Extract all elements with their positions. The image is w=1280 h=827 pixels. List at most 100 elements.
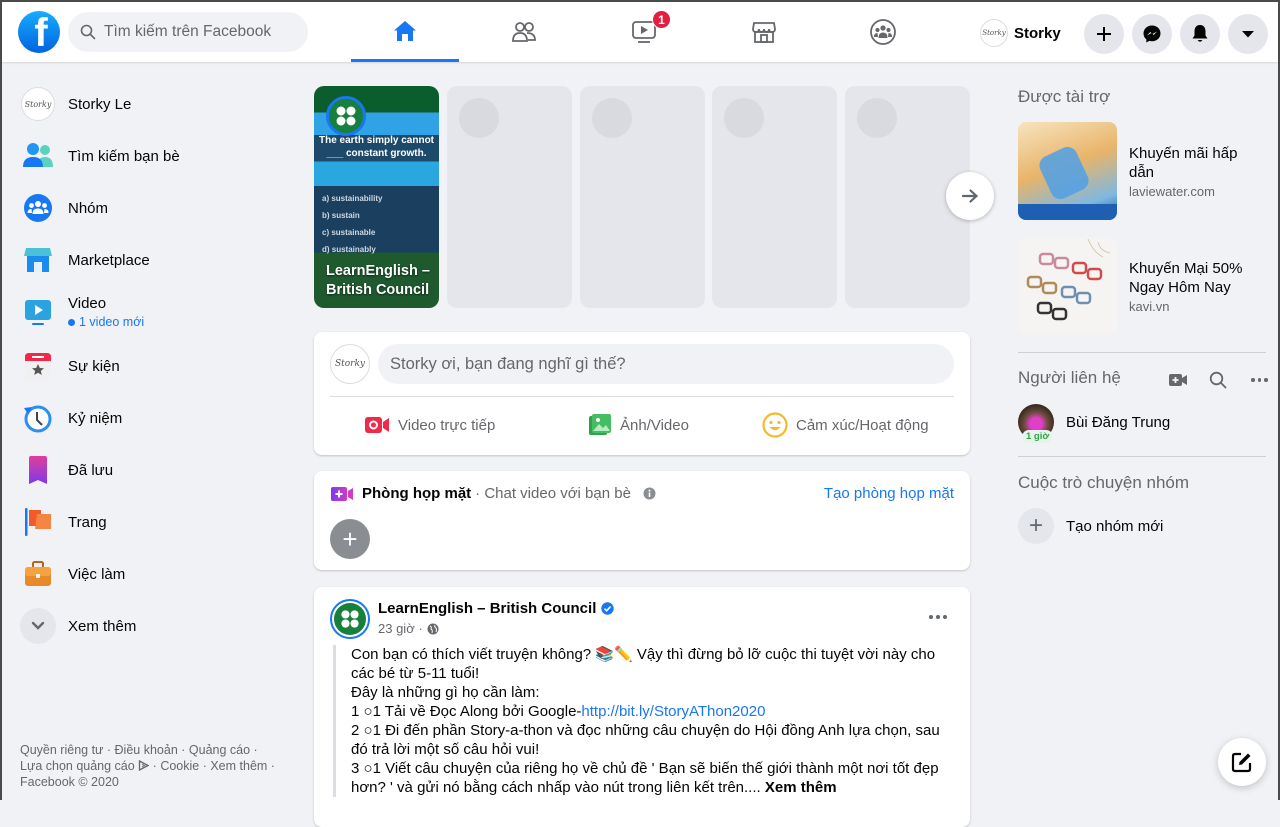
ad-image-water [1018,122,1117,220]
ad-domain: kavi.vn [1129,298,1170,314]
sidebar-item-profile[interactable]: Storky Storky Le [18,78,288,130]
avatar-text: Storky [21,87,55,121]
sidebar-item-label: Đã lưu [68,461,114,479]
tab-friends[interactable] [470,2,578,62]
sidebar-see-more[interactable]: Xem thêm [18,600,288,652]
info-icon[interactable] [643,487,656,500]
create-room-button[interactable]: + [330,519,370,559]
feeling-smiley-icon [762,412,788,438]
post-link[interactable]: http://bit.ly/StoryAThon2020 [581,703,765,720]
sidebar-item-marketplace[interactable]: Marketplace [18,234,288,286]
footer-link-ad-choices[interactable]: Lựa chọn quảng cáo [20,759,135,773]
create-new-group-button[interactable]: + Tạo nhóm mới [1018,508,1163,544]
rooms-card: Phòng họp mặt · Chat video với bạn bè Tạ… [314,471,970,570]
new-message-button[interactable] [1218,738,1266,786]
post-text: Đây là những gì họ cần làm: [351,684,540,701]
contacts-options-button[interactable] [1251,378,1268,382]
footer-link-more[interactable]: Xem thêm [210,759,267,773]
divider [330,396,954,397]
post-author: LearnEnglish – British Council [378,600,615,617]
sidebar-item-saved[interactable]: Đã lưu [18,444,288,496]
action-label: Ảnh/Video [620,416,689,434]
story-avatar-placeholder [592,98,632,138]
post-options-button[interactable] [922,607,954,627]
sidebar-item-find-friends[interactable]: Tìm kiếm bạn bè [18,130,288,182]
sidebar-item-jobs[interactable]: Việc làm [18,548,288,600]
footer-link-advertising[interactable]: Quảng cáo [189,743,250,757]
new-group-label: Tạo nhóm mới [1066,517,1164,535]
account-menu-button[interactable] [1228,14,1268,54]
post-author-avatar[interactable] [330,599,370,639]
post-text: 1 ○1 Tải về Đọc Along bởi Google-http://… [351,702,953,721]
search-contacts-icon[interactable] [1209,371,1227,389]
plus-icon: + [1018,508,1054,544]
profile-shortcut[interactable]: Storky Storky [980,16,1061,50]
see-more-link[interactable]: Xem thêm [765,779,837,796]
ad-title: Khuyến mãi hấp dẫn [1129,144,1238,181]
friends-icon [23,143,53,167]
sidebar-item-label: Sự kiện [68,357,120,375]
sponsored-ad[interactable]: Khuyến Mại 50% Ngay Hôm Nay kavi.vn [1018,237,1266,335]
sidebar-item-memories[interactable]: Kỷ niệm [18,392,288,444]
action-label: Cảm xúc/Hoạt động [796,416,929,434]
photo-video-icon [589,414,611,435]
footer-link-cookies[interactable]: Cookie [160,759,199,773]
stories-next-button[interactable] [946,172,994,220]
tab-home[interactable] [351,2,459,62]
story-author-avatar [326,96,366,136]
video-icon [25,300,51,325]
new-video-indicator: 1 video mới [68,315,144,329]
story-placeholder [447,86,572,308]
post-author-name[interactable]: LearnEnglish – British Council [378,600,596,617]
sidebar-item-label: Kỷ niệm [68,409,123,427]
rooms-subtitle: · Chat video với bạn bè [475,485,631,502]
saved-bookmark-icon [29,456,47,484]
tab-groups[interactable] [829,2,937,62]
footer-links: Quyền riêng tư · Điều khoản · Quảng cáo … [20,743,275,789]
tab-watch[interactable]: 1 [590,2,698,62]
verified-badge-icon [601,602,615,615]
live-video-button[interactable]: Video trực tiếp [364,407,495,443]
contacts-title: Người liên hệ [1018,368,1121,387]
contact-item[interactable]: 1 giờ Bùi Đăng Trung [1018,404,1170,444]
footer-link-privacy[interactable]: Quyền riêng tư [20,743,103,757]
post-timestamp[interactable]: 23 giờ · [378,621,423,636]
step-text: 1 ○1 Tải về Đọc Along bởi Google- [351,703,582,720]
british-council-logo-icon [336,106,356,126]
tab-marketplace[interactable] [710,2,818,62]
sidebar-item-video[interactable]: Video 1 video mới [18,286,288,338]
create-button[interactable] [1084,14,1124,54]
sidebar-item-pages[interactable]: Trang [18,496,288,548]
composer-input[interactable]: Storky ơi, bạn đang nghĩ gì thế? [378,344,954,384]
contact-avatar: 1 giờ [1018,404,1054,444]
ad-bottle-shape [1036,143,1092,203]
rooms-title: Phòng họp mặt [362,485,472,502]
feeling-activity-button[interactable]: Cảm xúc/Hoạt động [762,407,929,443]
memories-icon [24,405,52,433]
globe-public-icon [427,623,439,634]
group-chats-title: Cuộc trò chuyện nhóm [1018,473,1190,492]
sponsored-title: Được tài trợ [1018,87,1111,106]
story-option: d) sustainably [322,245,376,254]
story-option: b) sustain [322,211,360,220]
rooms-header: Phòng họp mặt · Chat video với bạn bè [330,485,656,502]
new-room-video-icon[interactable] [1168,372,1188,388]
profile-avatar: Storky [18,84,58,124]
chevron-down-icon [31,621,45,630]
sidebar-item-events[interactable]: Sự kiện [18,340,288,392]
watch-notification-badge: 1 [652,10,671,29]
sponsored-ad[interactable]: Khuyến mãi hấp dẫn laviewater.com [1018,122,1266,220]
story-card[interactable]: The earth simply cannot ___ constant gro… [314,86,439,308]
last-active-badge: 1 giờ [1022,430,1054,444]
friends-icon [512,22,536,42]
post-text: Con bạn có thích viết truyện không? 📚✏️ … [351,646,936,682]
photo-video-button[interactable]: Ảnh/Video [588,407,689,443]
search-input[interactable]: Tìm kiếm trên Facebook [68,12,308,52]
sidebar-item-groups[interactable]: Nhóm [18,182,288,234]
footer-link-terms[interactable]: Điều khoản [115,743,178,757]
facebook-logo[interactable]: f [18,11,60,53]
messenger-button[interactable] [1132,14,1172,54]
create-room-video-icon [331,486,353,501]
create-room-link[interactable]: Tạo phòng họp mặt [824,485,954,502]
notifications-button[interactable] [1180,14,1220,54]
